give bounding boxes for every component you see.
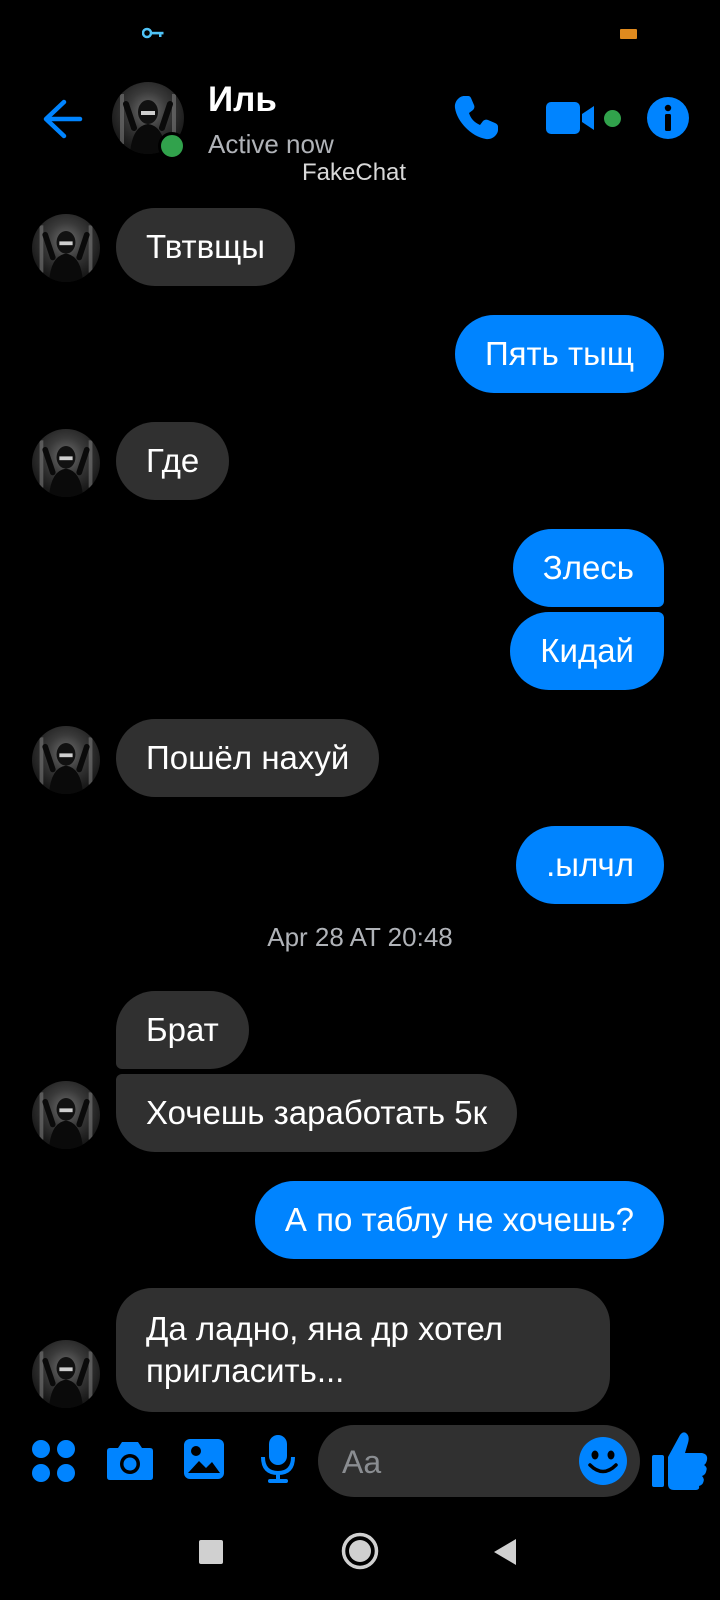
message-input[interactable] [340,1441,564,1483]
message-input-container[interactable] [318,1425,640,1497]
message-bubble-incoming[interactable]: Да ладно, яна др хотел пригласить... [116,1288,610,1412]
sender-avatar[interactable] [32,1081,100,1149]
home-circle-icon[interactable] [341,1532,379,1570]
message-bubble-incoming[interactable]: Твтвщы [116,208,296,286]
phone-icon[interactable] [450,92,502,144]
camera-icon[interactable] [106,1439,154,1481]
emoji-icon[interactable] [578,1436,628,1486]
message-bubble-incoming[interactable]: Брат [116,991,249,1069]
status-bar [0,0,720,70]
message-bubble-incoming[interactable]: Пошёл нахуй [116,719,380,797]
gallery-icon[interactable] [182,1437,226,1481]
microphone-icon[interactable] [258,1433,298,1485]
message-bubble-outgoing[interactable]: .ылчл [516,826,664,904]
key-icon [142,27,164,39]
sender-avatar[interactable] [32,214,100,282]
message-composer [0,1415,720,1505]
online-status-dot [158,132,186,160]
info-icon[interactable] [646,96,690,140]
sender-avatar[interactable] [32,726,100,794]
thumbs-up-icon[interactable] [650,1429,710,1491]
active-status: Active now [208,129,334,159]
message-bubble-incoming[interactable]: Хочешь заработать 5к [116,1074,518,1152]
recents-square-icon[interactable] [198,1539,224,1565]
chat-header: Иль Active now FakeChat [0,72,720,187]
message-bubble-outgoing[interactable]: Кидай [510,612,664,690]
message-bubble-outgoing[interactable]: Злесь [512,529,664,607]
video-camera-icon[interactable] [544,98,600,138]
message-bubble-outgoing[interactable]: А по таблу не хочешь? [254,1181,664,1259]
message-bubble-outgoing[interactable]: Пять тыщ [454,315,664,393]
conversation-timestamp: Apr 28 AT 20:48 [267,922,453,952]
contact-name[interactable]: Иль [208,80,277,120]
back-arrow-icon[interactable] [38,96,86,142]
back-triangle-icon[interactable] [492,1537,518,1567]
chat-screen: Иль Active now FakeChat Твтвщы Пять тыщ … [0,0,720,1600]
battery-icon [620,29,637,39]
watermark-text: FakeChat [302,159,407,186]
sender-avatar[interactable] [32,429,100,497]
message-bubble-incoming[interactable]: Где [116,422,230,500]
system-navigation-bar [0,1510,720,1600]
sender-avatar[interactable] [32,1340,100,1408]
video-online-dot [604,110,621,127]
menu-dots-icon[interactable] [30,1438,78,1484]
